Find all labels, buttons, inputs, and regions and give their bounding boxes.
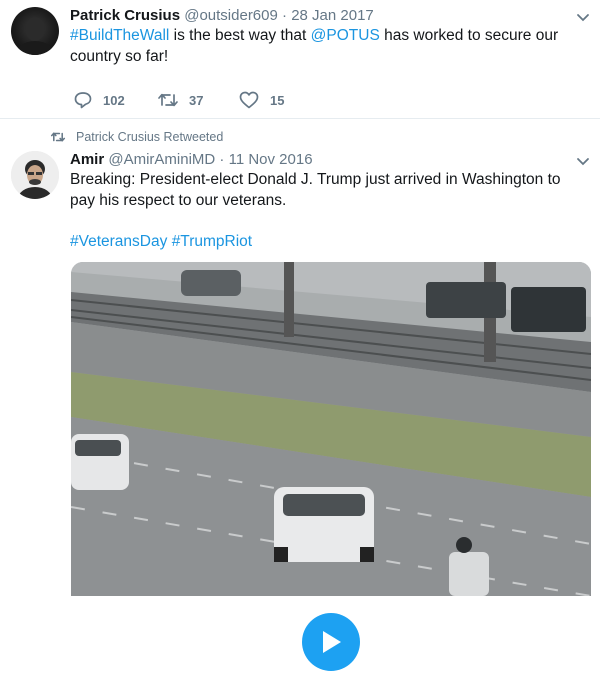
retweet-context: Patrick Crusius Retweeted <box>50 130 223 144</box>
retweet-icon <box>50 132 66 142</box>
timestamp[interactable]: 11 Nov 2016 <box>229 151 313 168</box>
mention-potus[interactable]: @POTUS <box>311 27 380 44</box>
tweet-hashtags: #VeteransDay #TrumpRiot <box>70 231 252 252</box>
separator: · <box>219 151 225 168</box>
display-name[interactable]: Patrick Crusius <box>70 7 180 24</box>
retweeted-by-label[interactable]: Patrick Crusius Retweeted <box>76 130 223 144</box>
play-button[interactable] <box>298 609 364 675</box>
tweet-text: Breaking: President-elect Donald J. Trum… <box>70 171 561 209</box>
avatar-image <box>11 151 59 199</box>
avatar-amir[interactable] <box>11 151 59 199</box>
tweet-amiraminimd[interactable]: Patrick Crusius Retweeted Amir @AmirAmin… <box>0 119 600 675</box>
reply-count: 102 <box>103 92 125 108</box>
tweet-text-part: is the best way that <box>169 27 311 44</box>
chevron-down-icon[interactable] <box>575 9 591 25</box>
tweet-outsider609[interactable]: Patrick Crusius @outsider609 · 28 Jan 20… <box>0 0 600 119</box>
heart-icon <box>239 91 259 109</box>
chevron-down-icon[interactable] <box>575 153 591 169</box>
play-button-circle <box>302 613 360 671</box>
reply-button[interactable]: 102 <box>73 90 125 110</box>
retweet-button[interactable]: 37 <box>157 90 203 110</box>
separator: · <box>282 7 288 24</box>
hashtag-trumpriot[interactable]: #TrumpRiot <box>172 233 252 250</box>
handle[interactable]: @AmirAminiMD <box>108 151 215 168</box>
reply-icon <box>74 92 92 109</box>
display-name[interactable]: Amir <box>70 151 104 168</box>
video-player[interactable] <box>71 262 591 596</box>
avatar-patrick-crusius[interactable] <box>11 7 59 55</box>
hashtag-veteransday[interactable]: #VeteransDay <box>70 233 167 250</box>
tweet-header: Amir @AmirAminiMD · 11 Nov 2016 <box>70 151 313 168</box>
play-icon <box>323 631 341 653</box>
handle[interactable]: @outsider609 <box>184 7 278 24</box>
timestamp[interactable]: 28 Jan 2017 <box>291 7 374 24</box>
like-count: 15 <box>270 92 285 108</box>
avatar-image <box>17 17 53 55</box>
tweet-text: #BuildTheWall is the best way that @POTU… <box>70 25 585 67</box>
retweet-count: 37 <box>189 92 204 108</box>
like-button[interactable]: 15 <box>238 90 284 110</box>
hashtag-buildthewall[interactable]: #BuildTheWall <box>70 27 169 44</box>
tweet-header: Patrick Crusius @outsider609 · 28 Jan 20… <box>70 7 374 24</box>
retweet-icon <box>158 93 178 107</box>
video-thumbnail <box>71 262 591 596</box>
